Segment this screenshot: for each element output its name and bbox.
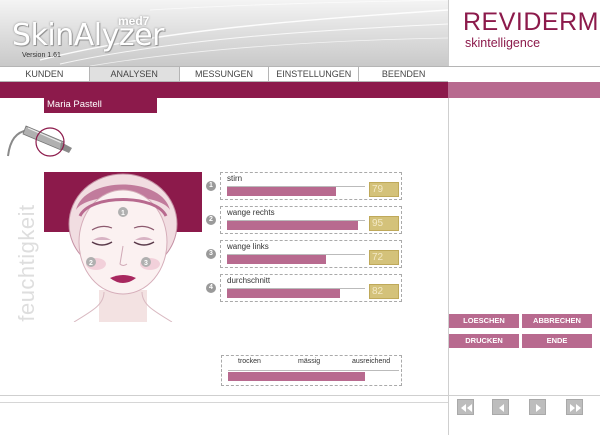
app-header: SkinAlyzer med7 Version 1.61 REVIDERM sk… xyxy=(0,0,600,66)
measurement-label: stirn xyxy=(227,174,243,183)
measurement-number: 1 xyxy=(206,181,216,191)
scale-line xyxy=(228,370,399,371)
end-button[interactable]: ENDE xyxy=(522,334,592,348)
nav-item-analysen[interactable]: ANALYSEN xyxy=(89,67,180,81)
measurement-label: durchschnitt xyxy=(227,276,271,285)
scale-label-ausreichend: ausreichend xyxy=(352,358,391,365)
next-page-icon xyxy=(536,404,541,412)
app-version: Version 1.61 xyxy=(22,52,61,59)
measurement-row: 2 wange rechts 95 xyxy=(206,206,402,234)
footer-split xyxy=(448,395,449,435)
face-marker-2-label: 2 xyxy=(89,260,93,267)
measurement-label: wange rechts xyxy=(227,208,275,217)
print-button[interactable]: DRUCKEN xyxy=(449,334,519,348)
measurement-number: 3 xyxy=(206,249,216,259)
nav-right-spacer xyxy=(448,66,600,82)
footer-divider xyxy=(0,402,448,403)
delete-button[interactable]: LOESCHEN xyxy=(449,314,519,328)
measurement-value: 82 xyxy=(369,284,399,299)
measurement-row: 1 stirn 79 xyxy=(206,172,402,200)
section-label: feuchtigkeit xyxy=(14,204,39,322)
measurement-label: wange links xyxy=(227,242,269,251)
nav-item-kunden[interactable]: KUNDEN xyxy=(0,67,90,81)
face-marker-3-label: 3 xyxy=(144,260,148,267)
previous-page-icon xyxy=(499,404,504,412)
brand-tagline: skintelligence xyxy=(465,36,541,50)
measurement-row: 3 wange links 72 xyxy=(206,240,402,268)
main-nav: KUNDEN ANALYSEN MESSUNGEN EINSTELLUNGEN … xyxy=(0,66,448,82)
measurement-bar xyxy=(227,185,365,196)
cancel-button[interactable]: ABBRECHEN xyxy=(522,314,592,328)
app-logo-area: SkinAlyzer med7 Version 1.61 xyxy=(0,0,448,66)
first-page-button[interactable] xyxy=(457,399,474,415)
face-illustration: 1 2 3 xyxy=(44,172,202,322)
patient-name: Maria Pastell xyxy=(47,99,102,110)
measurement-bar xyxy=(227,287,365,298)
app-name-suffix: med7 xyxy=(118,14,150,28)
measurement-number: 4 xyxy=(206,283,216,293)
measurement-bar-fill xyxy=(227,187,337,196)
measurement-value: 72 xyxy=(369,250,399,265)
next-page-button[interactable] xyxy=(529,399,546,415)
measurement-row: 4 durchschnitt 82 xyxy=(206,274,402,302)
measurement-number: 2 xyxy=(206,215,216,225)
measurement-bar xyxy=(227,253,365,264)
measurement-bar xyxy=(227,219,365,230)
measurement-bar-fill xyxy=(227,221,359,230)
last-page-button[interactable] xyxy=(566,399,583,415)
nav-item-messungen[interactable]: MESSUNGEN xyxy=(180,67,270,81)
footer xyxy=(0,395,600,435)
right-panel xyxy=(448,98,600,395)
measurement-value: 95 xyxy=(369,216,399,231)
scale-label-trocken: trocken xyxy=(238,358,261,365)
header-band-right xyxy=(448,82,600,98)
measurement-probe-icon xyxy=(7,125,72,157)
face-marker-1-label: 1 xyxy=(121,210,125,217)
nav-item-beenden[interactable]: BEENDEN xyxy=(359,67,448,81)
previous-page-button[interactable] xyxy=(492,399,509,415)
brand-name: REVIDERM xyxy=(463,8,599,36)
measurement-bar-fill xyxy=(227,289,341,298)
first-page-icon xyxy=(461,404,472,412)
nav-item-einstellungen[interactable]: EINSTELLUNGEN xyxy=(269,67,360,81)
moisture-scale: trocken mässig ausreichend xyxy=(221,355,402,386)
scale-label-maessig: mässig xyxy=(298,358,321,365)
scale-fill xyxy=(228,372,365,381)
measurement-bar-fill xyxy=(227,255,327,264)
brand-area: REVIDERM skintelligence xyxy=(448,0,600,66)
measurement-value: 79 xyxy=(369,182,399,197)
last-page-icon xyxy=(570,404,581,412)
